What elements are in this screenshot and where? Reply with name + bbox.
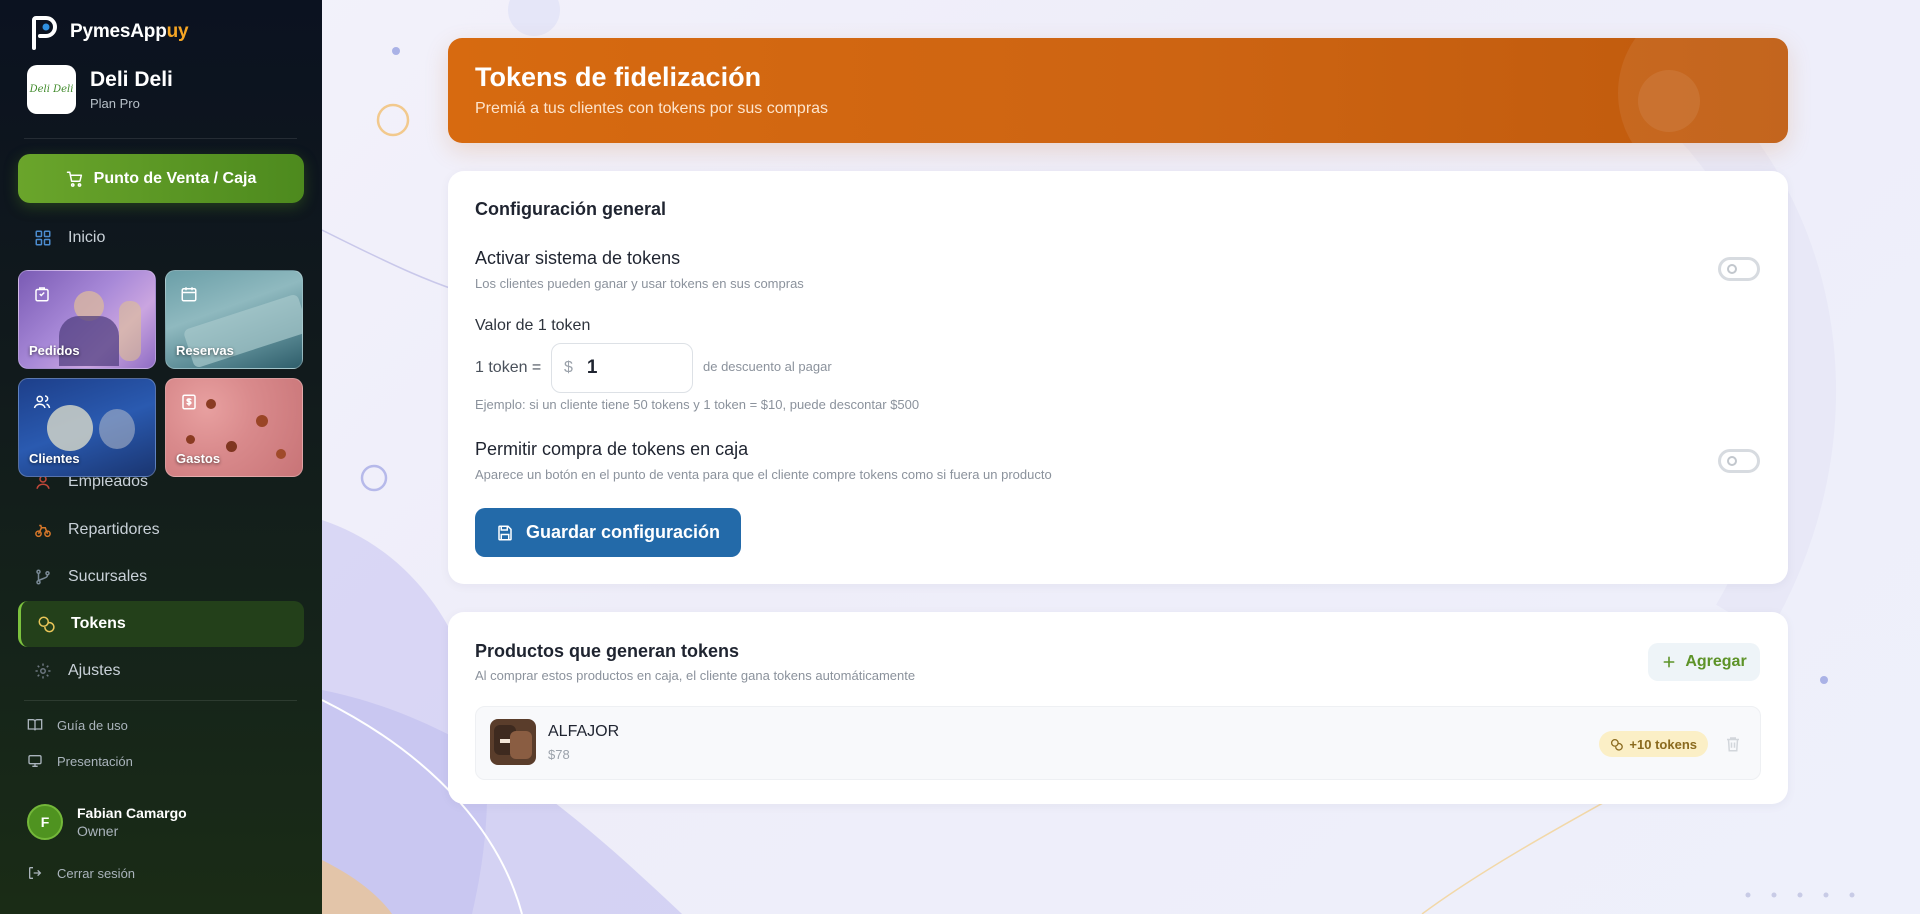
sidebar-item-ajustes[interactable]: Ajustes <box>18 648 304 694</box>
currency-symbol: $ <box>564 359 573 376</box>
token-badge: +10 tokens <box>1599 731 1708 757</box>
sidebar-item-inicio[interactable]: Inicio <box>18 215 304 261</box>
tile-pedidos[interactable]: Pedidos <box>18 270 156 369</box>
token-value-amount: 1 <box>586 357 598 378</box>
bag-icon <box>35 287 49 302</box>
gear-icon <box>34 662 52 680</box>
avatar: F <box>27 804 63 840</box>
sidebar-item-sucursales[interactable]: Sucursales <box>18 554 304 600</box>
guide-link[interactable]: Guía de uso <box>27 717 128 733</box>
business-name: Deli Deli <box>90 68 173 91</box>
calendar-icon <box>181 287 197 302</box>
branch-icon <box>34 568 52 586</box>
divider <box>24 138 297 139</box>
product-price: $78 <box>548 747 570 762</box>
brand-logo-icon <box>32 16 57 50</box>
brand-name: PymesAppuy <box>70 21 189 42</box>
activate-title: Activar sistema de tokens <box>475 248 681 268</box>
token-value-label: Valor de 1 token <box>475 317 591 334</box>
tile-reservas[interactable]: Reservas <box>165 270 303 369</box>
users-icon <box>33 395 51 409</box>
add-product-button[interactable]: Agregar <box>1648 643 1760 681</box>
monitor-icon <box>28 755 42 767</box>
user-name: Fabian Camargo <box>77 805 187 821</box>
presentation-link[interactable]: Presentación <box>27 753 133 769</box>
page-subtitle: Premiá a tus clientes con tokens por sus… <box>475 100 829 117</box>
page-title: Tokens de fidelización <box>475 62 762 92</box>
brand[interactable]: PymesAppuy <box>30 14 189 50</box>
grid-icon <box>34 229 52 247</box>
tile-clientes[interactable]: Clientes <box>18 378 156 477</box>
save-icon <box>498 525 512 540</box>
activate-desc: Los clientes pueden ganar y usar tokens … <box>475 276 804 291</box>
coins-icon <box>1611 738 1624 751</box>
divider <box>24 700 297 701</box>
bike-icon <box>34 521 52 539</box>
products-title: Productos que generan tokens <box>475 641 740 661</box>
user-profile[interactable]: F Fabian Camargo Owner <box>27 804 187 840</box>
coins-icon <box>37 615 55 633</box>
sidebar-item-tokens[interactable]: Tokens <box>18 601 304 647</box>
token-value-example: Ejemplo: si un cliente tiene 50 tokens y… <box>475 397 920 412</box>
book-icon <box>27 719 43 731</box>
page-header: Tokens de fidelización Premiá a tus clie… <box>448 38 1788 143</box>
business-logo: Deli Deli <box>27 65 76 114</box>
activate-toggle[interactable] <box>1718 257 1760 281</box>
product-image <box>490 719 536 765</box>
sidebar-item-repartidores[interactable]: Repartidores <box>18 507 304 553</box>
business-header: Deli Deli Deli Deli Plan Pro <box>27 65 173 114</box>
cart-icon <box>66 171 82 187</box>
purchase-desc: Aparece un botón en el punto de venta pa… <box>475 467 1052 482</box>
logout-icon <box>29 867 42 879</box>
purchase-toggle[interactable] <box>1718 449 1760 473</box>
product-name: ALFAJOR <box>548 723 620 740</box>
business-plan: Plan Pro <box>90 96 140 111</box>
trash-icon[interactable] <box>1724 734 1742 754</box>
receipt-icon <box>182 394 196 410</box>
logout-link[interactable]: Cerrar sesión <box>27 865 135 881</box>
list-item[interactable]: ALFAJOR $78 +10 tokens <box>475 706 1761 780</box>
sidebar: PymesAppuy Deli Deli Deli Deli Plan Pro … <box>0 0 322 914</box>
products-desc: Al comprar estos productos en caja, el c… <box>475 668 916 683</box>
plus-icon <box>1663 656 1675 668</box>
config-title: Configuración general <box>475 199 667 219</box>
token-value-input[interactable]: $ 1 <box>551 343 693 393</box>
token-value-prefix: 1 token = <box>475 359 542 376</box>
config-card: Configuración general Activar sistema de… <box>448 171 1788 584</box>
tile-gastos[interactable]: Gastos <box>165 378 303 477</box>
user-role: Owner <box>77 823 119 839</box>
products-card: Productos que generan tokens Al comprar … <box>448 612 1788 804</box>
pos-button[interactable]: Punto de Venta / Caja <box>18 154 304 203</box>
token-value-suffix: de descuento al pagar <box>703 359 832 374</box>
purchase-title: Permitir compra de tokens en caja <box>475 439 749 459</box>
save-config-button[interactable]: Guardar configuración <box>475 508 741 557</box>
